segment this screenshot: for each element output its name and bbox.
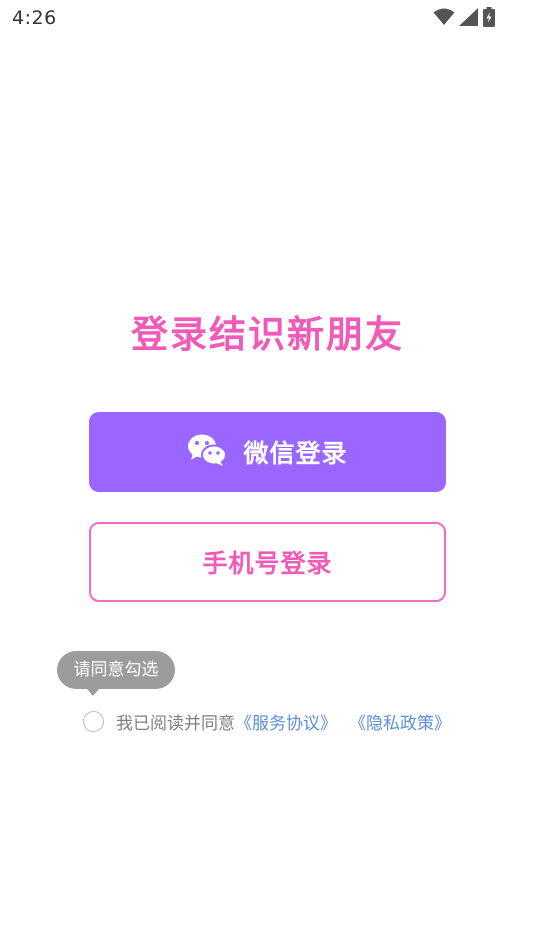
- cellular-signal-icon: [459, 8, 479, 26]
- wechat-icon: [187, 433, 228, 471]
- slogan-title: 登录结识新朋友: [131, 313, 404, 356]
- wechat-login-button[interactable]: 微信登录: [89, 412, 446, 492]
- agreement-row: 我已阅读并同意 《服务协议》 《隐私政策》: [83, 709, 451, 734]
- status-icons: [433, 7, 495, 27]
- phone-login-label: 手机号登录: [202, 549, 333, 578]
- wechat-login-label: 微信登录: [243, 439, 348, 468]
- phone-login-button[interactable]: 手机号登录: [89, 522, 446, 602]
- login-screen: 4:26 登录结识新朋友 微信登录 手机号登录 请同意勾选 我已阅读并同意 《服…: [0, 0, 535, 951]
- status-bar: 4:26: [0, 0, 535, 38]
- service-agreement-link[interactable]: 《服务协议》: [235, 709, 337, 734]
- agreement-prefix: 我已阅读并同意: [116, 713, 235, 734]
- agree-checkbox[interactable]: [83, 710, 104, 732]
- agree-tooltip: 请同意勾选: [57, 651, 175, 696]
- status-time: 4:26: [12, 7, 57, 29]
- battery-charging-icon: [483, 7, 495, 27]
- privacy-policy-link[interactable]: 《隐私政策》: [349, 709, 451, 734]
- wifi-icon: [433, 8, 455, 26]
